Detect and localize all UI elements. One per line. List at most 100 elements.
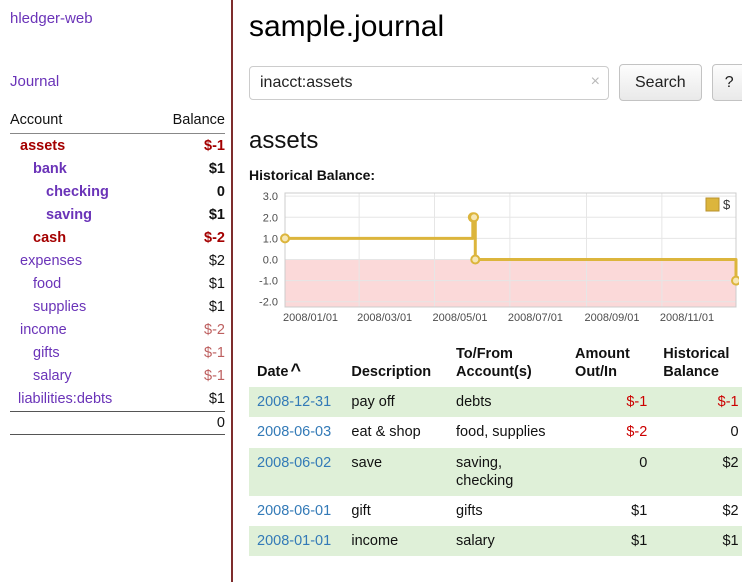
account-balance: $1 (209, 276, 225, 292)
hledger-web-app: hledger-web Journal Account Balance asse… (0, 0, 742, 582)
sidebar: hledger-web Journal Account Balance asse… (0, 0, 233, 582)
clear-search-icon[interactable]: × (591, 73, 600, 91)
account-link-income[interactable]: income (10, 322, 67, 338)
search-input[interactable] (249, 66, 609, 100)
account-link-assets[interactable]: assets (10, 138, 65, 154)
account-balance: $-2 (204, 230, 225, 246)
amount-cell: $1 (567, 496, 655, 526)
balance-cell: $2 (655, 496, 742, 526)
svg-text:0.0: 0.0 (263, 255, 278, 267)
date-cell: 2008-06-02 (249, 448, 343, 496)
app-title-link[interactable]: hledger-web (10, 10, 225, 27)
chart-title: Historical Balance: (249, 167, 742, 183)
column-header-amount: AmountOut/In (567, 341, 655, 387)
accounts-header-account: Account (10, 112, 62, 128)
account-link-saving[interactable]: saving (10, 207, 92, 223)
accounts-header-balance: Balance (173, 112, 225, 128)
date-cell: 2008-12-31 (249, 387, 343, 417)
amount-cell: $-2 (567, 417, 655, 447)
transaction-date-link[interactable]: 2008-06-03 (257, 424, 331, 440)
svg-text:2.0: 2.0 (263, 212, 278, 224)
balance-cell: $-1 (655, 387, 742, 417)
description-cell: pay off (343, 387, 448, 417)
transaction-row: 2008-12-31 pay off debts $-1 $-1 (249, 387, 742, 417)
column-header-date[interactable]: Date^ (249, 341, 343, 387)
search-box: × (249, 66, 609, 100)
column-header-balance: HistoricalBalance (655, 341, 742, 387)
description-cell: save (343, 448, 448, 496)
transaction-date-link[interactable]: 2008-01-01 (257, 533, 331, 549)
balance-cell: $1 (655, 526, 742, 556)
svg-text:-1.0: -1.0 (259, 276, 278, 288)
transaction-row: 2008-06-01 gift gifts $1 $2 (249, 496, 742, 526)
account-link-expenses[interactable]: expenses (10, 253, 82, 269)
accounts-header: Account Balance (10, 110, 225, 134)
accounts-total-row: 0 (10, 411, 225, 435)
transaction-date-link[interactable]: 2008-06-01 (257, 503, 331, 519)
transaction-date-link[interactable]: 2008-06-02 (257, 455, 331, 471)
amount-cell: 0 (567, 448, 655, 496)
page-title: sample.journal (249, 10, 742, 44)
transaction-row: 2008-06-03 eat & shop food, supplies $-2… (249, 417, 742, 447)
account-link-salary[interactable]: salary (10, 368, 72, 384)
account-row: checking0 (10, 180, 225, 203)
balance-chart-svg: $3.02.01.00.0-1.0-2.02008/01/012008/03/0… (249, 189, 739, 327)
account-heading: assets (249, 127, 742, 155)
accounts-cell: saving, checking (448, 448, 567, 496)
account-row: bank$1 (10, 157, 225, 180)
transaction-date-link[interactable]: 2008-12-31 (257, 394, 331, 410)
sort-ascending-icon: ^ (290, 360, 301, 380)
amount-cell: $-1 (567, 387, 655, 417)
account-balance: $-1 (204, 368, 225, 384)
search-bar: × Search ? (249, 64, 742, 101)
account-link-checking[interactable]: checking (10, 184, 109, 200)
transactions-table: Date^ Description To/FromAccount(s) Amou… (249, 341, 742, 556)
accounts-cell: salary (448, 526, 567, 556)
accounts-cell: gifts (448, 496, 567, 526)
account-row: assets $-1 (10, 134, 225, 157)
svg-text:3.0: 3.0 (263, 191, 278, 203)
accounts-total-value: 0 (217, 415, 225, 431)
balance-cell: $2 (655, 448, 742, 496)
account-link-gifts[interactable]: gifts (10, 345, 60, 361)
account-row: food $1 (10, 272, 225, 295)
description-cell: eat & shop (343, 417, 448, 447)
account-row: supplies $1 (10, 295, 225, 318)
account-link-cash[interactable]: cash (10, 230, 66, 246)
account-balance: $-1 (204, 138, 225, 154)
accounts-cell: food, supplies (448, 417, 567, 447)
amount-cell: $1 (567, 526, 655, 556)
account-row: liabilities:debts$1 (10, 387, 225, 410)
date-cell: 2008-06-01 (249, 496, 343, 526)
account-balance: $1 (209, 299, 225, 315)
svg-text:-2.0: -2.0 (259, 297, 278, 309)
account-row: expenses $2 (10, 249, 225, 272)
account-balance: $-2 (204, 322, 225, 338)
account-row: salary $-1 (10, 364, 225, 387)
svg-text:2008/03/01: 2008/03/01 (357, 312, 412, 324)
account-balance: $-1 (204, 345, 225, 361)
transaction-row: 2008-06-02 save saving, checking 0 $2 (249, 448, 742, 496)
search-button[interactable]: Search (619, 64, 702, 101)
account-balance: $1 (209, 207, 225, 223)
svg-text:$: $ (723, 197, 731, 212)
balance-chart: $3.02.01.00.0-1.0-2.02008/01/012008/03/0… (249, 189, 742, 327)
account-link-supplies[interactable]: supplies (10, 299, 86, 315)
column-header-accounts: To/FromAccount(s) (448, 341, 567, 387)
sidebar-item-journal[interactable]: Journal (10, 73, 59, 90)
account-link-liabilities-debts[interactable]: liabilities:debts (10, 391, 112, 407)
accounts-panel: Account Balance assets$-1 bank$1 checkin… (10, 110, 225, 435)
description-cell: income (343, 526, 448, 556)
date-cell: 2008-01-01 (249, 526, 343, 556)
account-row: income $-2 (10, 318, 225, 341)
help-button[interactable]: ? (712, 64, 742, 101)
accounts-cell: debts (448, 387, 567, 417)
account-link-food[interactable]: food (10, 276, 61, 292)
account-link-bank[interactable]: bank (10, 161, 67, 177)
main-content: sample.journal × Search ? assets Histori… (233, 0, 742, 582)
transactions-header-row: Date^ Description To/FromAccount(s) Amou… (249, 341, 742, 387)
svg-text:2008/07/01: 2008/07/01 (508, 312, 563, 324)
description-cell: gift (343, 496, 448, 526)
account-row: cash $-2 (10, 226, 225, 249)
account-balance: $2 (209, 253, 225, 269)
